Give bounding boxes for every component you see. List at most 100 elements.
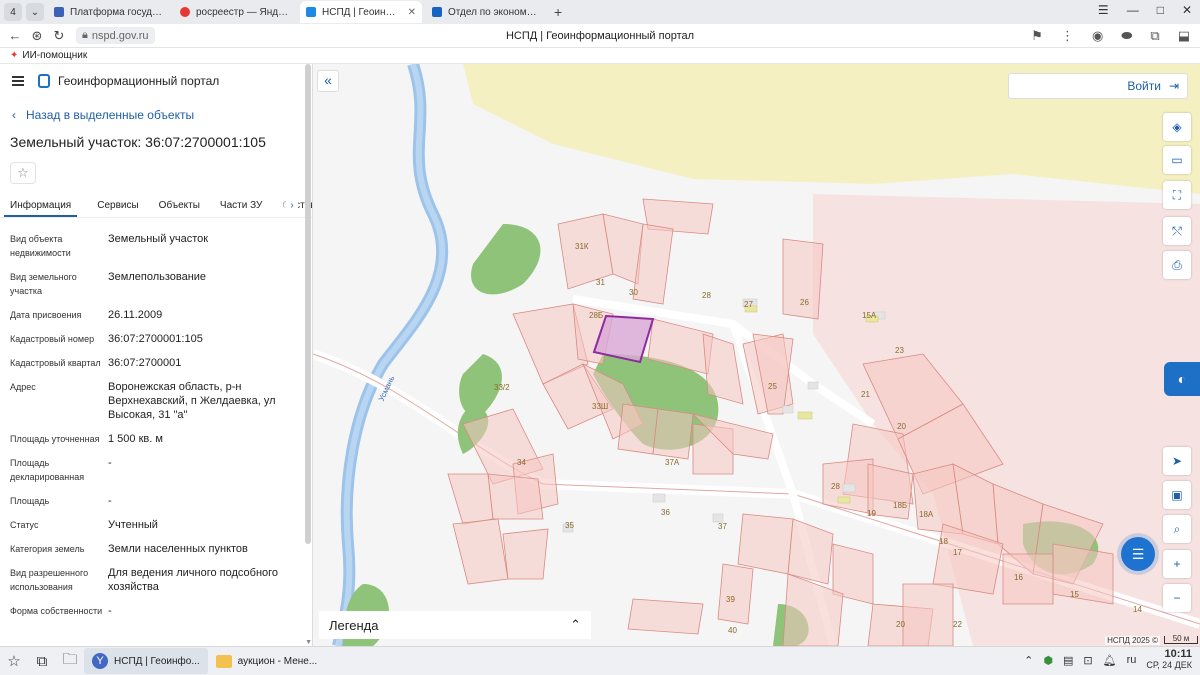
map-label: 20 [896, 620, 905, 629]
locate-me-icon[interactable]: ➤ [1163, 447, 1191, 475]
ai-assistant-link[interactable]: ИИ-помощник [22, 50, 87, 61]
map-label: 40 [728, 626, 737, 635]
chevron-left-icon: ‹ [12, 108, 16, 122]
system-tray: ⌃ ⬢ ▤ ⊡ 🔔︎ ru 10:11 СР, 24 ДЕК [1024, 649, 1192, 671]
login-button[interactable]: Войти ⇥ [1008, 73, 1188, 99]
reload-icon[interactable]: ↻ [48, 28, 70, 44]
back-to-selection-link[interactable]: ‹ Назад в выделенные объекты [12, 108, 312, 122]
panel-header: Геоинформационный портал [0, 64, 312, 98]
collections-icon[interactable]: ⬓ [1178, 28, 1190, 44]
browser-tab[interactable]: Отдел по экономике и упр [426, 1, 548, 23]
basemap-switch-icon[interactable]: ▣ [1163, 481, 1191, 509]
panel-scrollbar[interactable] [305, 64, 311, 544]
yandex-browser-icon: Y [92, 653, 108, 669]
chat-bubble-icon[interactable]: ☰ [1121, 537, 1155, 571]
collapse-panel-button[interactable]: « [317, 70, 339, 92]
zoom-in-icon[interactable]: + [1163, 550, 1191, 578]
map-canvas[interactable] [313, 64, 1200, 646]
favorite-star-icon[interactable]: ☆ [10, 162, 36, 184]
map-label: 30 [629, 288, 638, 297]
map-label: 26 [800, 298, 809, 307]
cadastral-map[interactable]: 31К 31 30 28 27 26 28Б 15А 33/2 23 25 21… [313, 64, 1200, 646]
object-title: Земельный участок: 36:07:2700001:105 [10, 134, 266, 150]
antivirus-shield-icon[interactable]: ⬢ [1043, 654, 1053, 667]
portal-logo-icon [38, 74, 50, 88]
map-label: 37А [665, 458, 680, 467]
search-location-icon[interactable]: ⌕ [1163, 515, 1191, 543]
minimize-icon[interactable]: — [1127, 3, 1139, 17]
file-manager-icon[interactable]: 🗀︎ [56, 649, 84, 673]
downloads-icon[interactable]: ⬬ [1121, 28, 1132, 44]
language-indicator[interactable]: ru [1127, 654, 1137, 666]
map-attribution: НСПД 2025 © [1105, 636, 1160, 645]
map-label: 28Б [589, 311, 604, 320]
clock[interactable]: 10:11 СР, 24 ДЕК [1146, 649, 1192, 671]
attr-value: Землепользование [108, 271, 207, 283]
more-icon[interactable]: ⋮ [1061, 28, 1074, 44]
attr-row: Дата присвоения 26.11.2009 [0, 308, 312, 322]
info-tabs: Информация Сервисы Объекты Части ЗУ Сост… [0, 196, 312, 218]
maximize-icon[interactable]: □ [1157, 3, 1164, 17]
start-star-icon[interactable]: ☆ [0, 649, 28, 673]
tab-objects[interactable]: Объекты [159, 196, 200, 217]
legend-toggle[interactable]: Легенда ⌃ [319, 611, 591, 639]
expand-icon: ⌃ [570, 617, 581, 632]
select-area-icon[interactable]: ⛶ [1163, 181, 1191, 209]
map-label: 18 [939, 537, 948, 546]
taskbar-app-folder[interactable]: аукцион - Мене... [208, 648, 326, 674]
browser-tab[interactable]: росреестр — Яндекс: нас [174, 1, 296, 23]
ruler-icon[interactable]: ▭ [1163, 146, 1191, 174]
map-label: 28 [831, 482, 840, 491]
attr-value: 26.11.2009 [108, 309, 163, 321]
menu-icon[interactable] [12, 76, 24, 86]
browser-tab-active[interactable]: НСПД | Геоинформацио ✕ [300, 1, 422, 23]
network-icon[interactable]: ⊡ [1083, 654, 1092, 667]
task-view-icon[interactable]: ⧉ [28, 649, 56, 673]
bookmarks-icon[interactable]: ☰ [1098, 3, 1109, 17]
share-icon[interactable]: ⤲ [1163, 217, 1191, 245]
attr-row: Площадь уточненная 1 500 кв. м [0, 432, 312, 446]
attr-row: Кадастровый номер 36:07:2700001:105 [0, 332, 312, 346]
back-arrow-icon[interactable]: ← [4, 28, 26, 43]
gosuslugi-favicon-icon [54, 7, 64, 17]
zoom-out-icon[interactable]: − [1163, 584, 1191, 612]
attr-row: Вид земельного участка Землепользование [0, 270, 312, 298]
notifications-bell-icon[interactable]: 🔔︎ [1103, 654, 1117, 667]
tab-information[interactable]: Информация [4, 196, 78, 217]
extension-icon[interactable]: ◉ [1092, 28, 1103, 44]
map-label: 35 [565, 521, 574, 530]
map-label: 33/2 [494, 383, 510, 392]
yandex-favicon-icon [180, 7, 190, 17]
tab-parts[interactable]: Части ЗУ [220, 196, 262, 217]
new-tab-plus-icon[interactable]: + [554, 4, 562, 20]
bookmark-flag-icon[interactable]: ⚑ [1031, 28, 1043, 44]
puzzle-icon[interactable]: ⧉ [1150, 28, 1159, 44]
nspd-favicon-icon [306, 7, 316, 17]
tabs-scroll-right-icon[interactable]: › [286, 200, 298, 214]
tab-title: НСПД | Геоинформацио [322, 6, 404, 18]
map-label: 25 [768, 382, 777, 391]
attr-value: Земли населенных пунктов [108, 543, 248, 555]
taskbar-app-browser[interactable]: Y НСПД | Геоинфо... [84, 648, 208, 674]
chat-assistant-tab-icon[interactable]: ◐ [1164, 362, 1200, 396]
layers-icon[interactable]: ◈ [1163, 113, 1191, 141]
url-field[interactable]: 🔒︎ nspd.gov.ru [76, 27, 155, 44]
close-tab-icon[interactable]: ✕ [408, 7, 416, 18]
attr-value: Для ведения личного подсобного хозяйства [108, 567, 279, 593]
attr-value: - [108, 457, 112, 469]
tray-chevron-up-icon[interactable]: ⌃ [1024, 654, 1033, 667]
tab-services[interactable]: Сервисы [97, 196, 138, 217]
tab-count-button[interactable]: 4 [4, 3, 22, 21]
legend-label: Легенда [329, 617, 379, 633]
protect-icon[interactable]: ⊛ [26, 28, 48, 44]
browser-tab-bar: 4 ⌄ Платформа государстве росреестр — Ян… [0, 0, 1200, 24]
browser-tab[interactable]: Платформа государстве [48, 1, 170, 23]
scale-bar: 50 м [1164, 635, 1198, 644]
clipboard-icon[interactable]: ▤ [1063, 654, 1073, 667]
map-label: 19 [867, 509, 876, 518]
scroll-down-arrow-icon[interactable]: ▼ [305, 639, 312, 646]
tab-list-chevron-icon[interactable]: ⌄ [26, 3, 44, 21]
map-label: 18А [919, 510, 934, 519]
close-window-icon[interactable]: ✕ [1182, 3, 1192, 17]
print-icon[interactable]: ⎙ [1163, 251, 1191, 279]
